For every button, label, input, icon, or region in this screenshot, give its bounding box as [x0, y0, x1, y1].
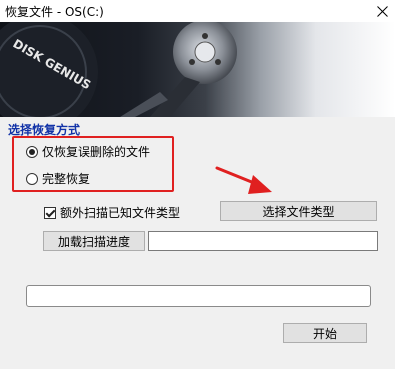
load-scan-progress-button[interactable]: 加载扫描进度: [43, 231, 145, 251]
checkbox-checked-icon[interactable]: [44, 206, 56, 219]
radio-label-full-recovery: 完整恢复: [42, 172, 91, 186]
window-title: 恢复文件 - OS(C:): [5, 5, 104, 19]
status-field: [26, 285, 371, 307]
radio-unchecked-icon[interactable]: [26, 172, 38, 185]
scan-known-types-label: 额外扫描已知文件类型: [60, 206, 181, 220]
annotation-arrow-icon: [215, 166, 272, 194]
select-file-types-button[interactable]: 选择文件类型: [220, 201, 377, 221]
radio-label-deleted-files-only: 仅恢复误删除的文件: [42, 145, 151, 159]
disk-genius-banner: DISK GENIUS: [0, 22, 395, 117]
radio-deleted-files-only[interactable]: 仅恢复误删除的文件: [26, 143, 150, 160]
scan-known-types-checkbox[interactable]: 额外扫描已知文件类型: [44, 204, 180, 221]
radio-full-recovery[interactable]: 完整恢复: [26, 170, 90, 187]
close-button[interactable]: [369, 0, 395, 22]
close-icon: [376, 5, 388, 17]
hard-disk-image: DISK GENIUS: [0, 22, 237, 117]
radio-checked-icon[interactable]: [26, 145, 38, 158]
start-button[interactable]: 开始: [283, 323, 367, 343]
scan-progress-path-field[interactable]: [148, 231, 378, 251]
